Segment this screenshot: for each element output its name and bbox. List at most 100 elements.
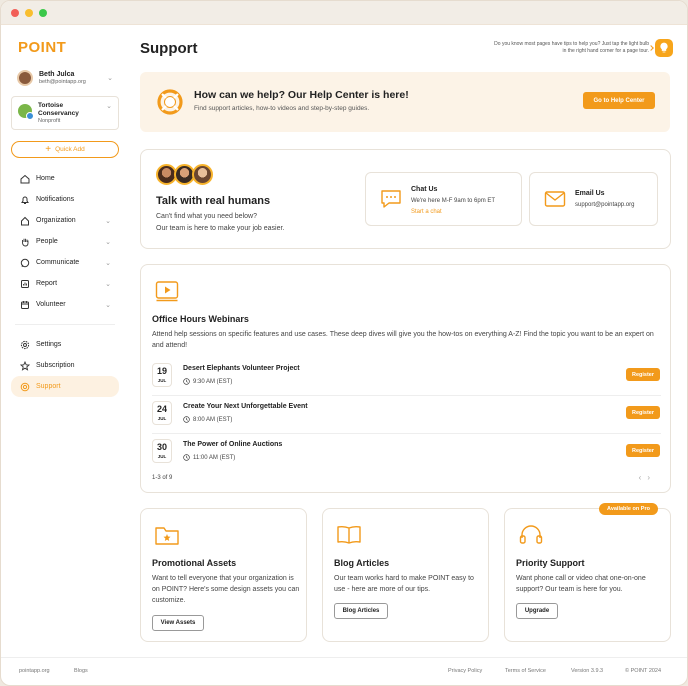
start-chat-link[interactable]: Start a chat: [411, 209, 442, 215]
email-us-title: Email Us: [575, 190, 605, 197]
chevron-down-icon: ⌄: [105, 217, 111, 225]
page-tip-text: Do you know most pages have tips to help…: [494, 41, 649, 54]
clock-icon: [183, 416, 190, 423]
sidebar-item-volunteer[interactable]: Volunteer ⌄: [11, 294, 119, 315]
avatar: [192, 164, 213, 185]
lifebuoy-icon: [19, 381, 30, 392]
lifebuoy-icon: [157, 89, 183, 115]
sidebar-item-notifications[interactable]: Notifications: [11, 189, 119, 210]
sidebar-item-label: Settings: [36, 341, 62, 349]
chat-us-card[interactable]: Chat Us We're here M-F 9am to 6pm ET Sta…: [365, 172, 522, 226]
org-switcher[interactable]: Tortoise Conservancy Nonprofit ⌄: [11, 96, 119, 131]
headset-icon: [519, 525, 543, 544]
hand-icon: [19, 236, 30, 247]
help-center-button[interactable]: Go to Help Center: [583, 92, 655, 109]
page-tour-button[interactable]: [655, 39, 673, 57]
envelope-icon: [544, 191, 566, 207]
support-email[interactable]: support@pointapp.org: [575, 202, 634, 208]
date-badge: 24 JUL: [152, 401, 172, 425]
footer-blogs-link[interactable]: Blogs: [74, 668, 88, 674]
email-us-card[interactable]: Email Us support@pointapp.org: [529, 172, 658, 226]
chat-icon: [19, 257, 30, 268]
org-name-line2: Conservancy: [38, 109, 79, 117]
sidebar-item-subscription[interactable]: Subscription: [11, 355, 119, 376]
blog-articles-card: Blog Articles Our team works hard to mak…: [322, 508, 489, 642]
chevron-down-icon: ⌄: [106, 103, 112, 110]
user-menu[interactable]: Beth Julca beth@pointapp.org ⌄: [11, 66, 119, 90]
card-description: Want phone call or video chat one-on-one…: [516, 575, 646, 594]
sidebar-item-people[interactable]: People ⌄: [11, 231, 119, 252]
footer-terms-link[interactable]: Terms of Service: [505, 668, 546, 674]
register-button[interactable]: Register: [626, 406, 660, 419]
event-time: 11:00 AM (EST): [183, 454, 235, 461]
sidebar-item-settings[interactable]: Settings: [11, 334, 119, 355]
chat-hours: We're here M-F 9am to 6pm ET: [411, 198, 496, 204]
event-time: 9:30 AM (EST): [183, 378, 232, 385]
avatar: [17, 70, 33, 86]
sidebar-item-report[interactable]: Report ⌄: [11, 273, 119, 294]
help-center-banner: How can we help? Our Help Center is here…: [140, 72, 670, 132]
webinar-row: 19 JUL Desert Elephants Volunteer Projec…: [152, 358, 661, 396]
banner-title: How can we help? Our Help Center is here…: [194, 89, 409, 101]
quick-add-label: Quick Add: [55, 146, 85, 154]
sidebar-item-home[interactable]: Home: [11, 168, 119, 189]
sidebar-item-label: Home: [36, 175, 55, 183]
footer-site-link[interactable]: pointapp.org: [19, 668, 50, 674]
blog-articles-button[interactable]: Blog Articles: [334, 603, 388, 619]
sidebar-item-label: Volunteer: [36, 301, 66, 309]
video-play-icon: [155, 281, 179, 302]
footer-version: Version 3.9.3: [571, 668, 604, 674]
calendar-icon: [19, 299, 30, 310]
chevron-down-icon: ⌄: [105, 238, 111, 246]
talk-line-1: Can't find what you need below?: [156, 213, 257, 220]
card-title: Priority Support: [516, 558, 585, 568]
webinar-row: 24 JUL Create Your Next Unforgettable Ev…: [152, 396, 661, 434]
page-title: Support: [140, 40, 198, 57]
event-month: JUL: [157, 416, 167, 421]
footer: pointapp.org Blogs Privacy Policy Terms …: [1, 657, 687, 685]
sidebar-item-label: Notifications: [36, 196, 75, 204]
chevron-right-icon[interactable]: ›: [647, 473, 656, 482]
event-time-label: 9:30 AM (EST): [193, 378, 233, 385]
card-description: Want to tell everyone that your organiza…: [152, 575, 300, 605]
quick-add-button[interactable]: + Quick Add: [11, 141, 119, 159]
plus-icon: +: [45, 143, 52, 155]
chevron-down-icon: ⌄: [107, 75, 113, 82]
maximize-window-button[interactable]: [39, 8, 47, 17]
minimize-window-button[interactable]: [25, 8, 33, 17]
event-time: 8:00 AM (EST): [183, 416, 232, 423]
register-button[interactable]: Register: [626, 368, 660, 381]
event-month: JUL: [157, 378, 167, 383]
support-team-avatars: [156, 164, 213, 185]
sidebar-divider: [15, 324, 115, 326]
register-button[interactable]: Register: [626, 444, 660, 457]
banner-subtitle: Find support articles, how-to videos and…: [194, 105, 370, 112]
sidebar-item-label: Support: [36, 383, 61, 391]
pro-badge: Available on Pro: [599, 503, 658, 515]
bell-icon: [19, 194, 30, 205]
card-title: Promotional Assets: [152, 558, 237, 568]
pagination-count: 1-3 of 9: [152, 475, 173, 481]
view-assets-button[interactable]: View Assets: [152, 615, 204, 631]
title-bar: [1, 1, 687, 25]
point-logo[interactable]: POINT: [18, 39, 119, 56]
org-name-line1: Tortoise: [38, 102, 64, 109]
talk-title: Talk with real humans: [156, 195, 271, 207]
user-email: beth@pointapp.org: [39, 78, 86, 85]
star-icon: [19, 360, 30, 371]
webinars-description: Attend help sessions on specific feature…: [152, 331, 654, 350]
sidebar-item-organization[interactable]: Organization ⌄: [11, 210, 119, 231]
upgrade-button[interactable]: Upgrade: [516, 603, 558, 619]
clock-icon: [183, 378, 190, 385]
org-type: Nonprofit: [38, 117, 61, 124]
close-window-button[interactable]: [11, 8, 19, 17]
report-icon: [19, 278, 30, 289]
book-icon: [337, 525, 361, 544]
sidebar-item-communicate[interactable]: Communicate ⌄: [11, 252, 119, 273]
footer-privacy-link[interactable]: Privacy Policy: [448, 668, 482, 674]
sidebar-item-support[interactable]: Support: [11, 376, 119, 398]
chat-us-title: Chat Us: [411, 186, 438, 193]
gear-icon: [19, 339, 30, 350]
chevron-down-icon: ⌄: [105, 301, 111, 309]
chevron-down-icon: ⌄: [105, 280, 111, 288]
